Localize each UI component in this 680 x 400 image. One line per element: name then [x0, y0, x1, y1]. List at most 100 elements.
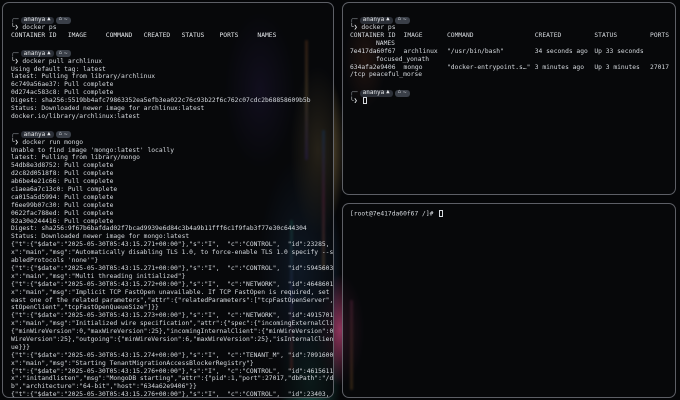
output-line: docker.io/library/archlinux:latest [11, 112, 140, 120]
output-line: 54db8e3d8752: Pull complete [11, 162, 114, 170]
output-line: east one of the related parameters","att… [11, 296, 334, 304]
table-row-continued: /tcp peaceful_morse [350, 71, 669, 79]
prompt-corner: ╭─ [350, 16, 358, 24]
container-created: 3 minutes ago [534, 63, 585, 71]
container-created: 34 seconds ago [534, 47, 588, 55]
prompt-username: ananya [23, 49, 46, 57]
output-line: Digest: sha256:9f67b6bafdad02f7bcad9939e… [11, 225, 307, 233]
output-line: x":"main","msg":"Starting TenantMigratio… [11, 359, 254, 367]
prompt-username: ananya [362, 89, 385, 97]
terminal-window-container-shell[interactable]: [root@7e417da60f67 /]# [342, 203, 676, 398]
output-line: {"t":{"$date":"2025-05-30T05:43:15.271+0… [11, 264, 334, 272]
prompt-dir-segment: ⌂ ~ [55, 130, 71, 139]
container-ports-proto: /tcp [350, 71, 366, 79]
output-line: {"t":{"$date":"2025-05-30T05:43:15.273+0… [11, 312, 334, 320]
prompt-dir-segment: ⌂ ~ [55, 16, 71, 24]
output-line: 0622fac788ed: Pull complete [11, 209, 114, 217]
output-line: c1aea6a7c13c0: Pull complete [11, 186, 118, 194]
output-line: b","architecture":"64-bit","host":"634a6… [11, 383, 197, 391]
prompt-arrow-icon: ╰❯ [11, 24, 23, 31]
output-line: Digest: sha256:5519bb4afc79863352ea5efb3… [11, 97, 311, 105]
output-line: d2c82d0518f8: Pull complete [11, 170, 114, 178]
output-line: latest: Pulling from library/archlinux [11, 73, 156, 81]
output-line: {"t":{"$date":"2025-05-30T05:43:15.276+0… [11, 391, 334, 398]
output-line: x":"main","msg":"Initialized wire specif… [11, 320, 334, 328]
prompt-arrow-icon: ╰❯ [350, 24, 362, 31]
container-status: Up 33 seconds [594, 47, 644, 55]
arch-linux-icon: ▲ [47, 16, 51, 23]
container-status: Up 3 minutes [594, 63, 640, 71]
command-line[interactable]: ╰❯ [350, 97, 669, 105]
output-line: 6c749a56ae37: Pull complete [11, 81, 114, 89]
container-command: "/usr/bin/bash" [446, 47, 504, 55]
table-header-row: CONTAINER ID IMAGE COMMAND CREATED STATU… [350, 32, 669, 40]
output-line: WireVersion":25},"outgoing":{"minWireVer… [11, 335, 334, 343]
output-line: x":"main","msg":"Implicit TCP FastOpen u… [11, 288, 334, 296]
prompt-username: ananya [23, 16, 46, 24]
shell-prompt: ╭─ ananya ▲ ⌂ ~ [350, 16, 669, 24]
pull-output: Using default tag: latest latest: Pulling… [11, 66, 327, 121]
shell-prompt: ╭─ ananya ▲ ⌂ ~ [11, 50, 327, 58]
home-icon: ⌂ [58, 49, 62, 56]
container-id: 634afa2e9406 [350, 63, 396, 71]
command-line[interactable]: [root@7e417da60f67 /]# [350, 210, 669, 218]
output-line: {"minWireVersion":0,"maxWireVersion":25}… [11, 328, 334, 336]
prompt-directory: ~ [402, 89, 407, 97]
column-header: PORTS [650, 31, 669, 39]
prompt-directory: ~ [63, 16, 68, 24]
output-line: {"t":{"$date":"2025-05-30T05:43:15.274+0… [11, 351, 334, 359]
text-cursor [439, 210, 444, 217]
arch-linux-icon: ▲ [386, 89, 390, 96]
run-output: Unable to find image 'mongo:latest' loca… [11, 147, 334, 398]
home-icon: ⌂ [397, 89, 401, 96]
output-line: {"t":{"$date":"2025-05-30T05:43:15.276+0… [11, 367, 334, 375]
container-command: "docker-entrypoint.s…" [446, 63, 531, 71]
home-icon: ⌂ [58, 16, 62, 23]
column-header: CONTAINER ID [350, 31, 396, 39]
output-line: x":"main","msg":"Multi threading initial… [11, 272, 186, 280]
output-line: 0d274ac583c8: Pull complete [11, 89, 114, 97]
prompt-corner: ╭─ [11, 49, 19, 57]
home-icon: ⌂ [397, 16, 401, 23]
container-names: peaceful_morse [368, 71, 423, 79]
output-line: x":"initandlisten","msg":"MongoDB starti… [11, 375, 334, 383]
output-line: stOpenClient","tcpFastOpenQueueSize"]}} [11, 304, 159, 312]
shell-prompt: ╭─ ananya ▲ ⌂ ~ [350, 89, 669, 97]
container-image: mongo [403, 63, 423, 71]
command-line: ╰❯ docker pull archlinux [11, 58, 327, 66]
prompt-dir-segment: ⌂ ~ [394, 89, 410, 97]
table-header-row: NAMES [350, 40, 669, 48]
column-header: NAMES [376, 39, 395, 47]
text-cursor [363, 97, 368, 105]
output-line: ue}}} [11, 343, 30, 351]
arch-linux-icon: ▲ [47, 130, 51, 137]
prompt-dir-segment: ⌂ ~ [55, 49, 71, 58]
column-header: STATUS [594, 31, 618, 39]
prompt-directory: ~ [63, 49, 68, 57]
output-line: f6ee99b07c30: Pull complete [11, 201, 114, 209]
output-line: abledProtocols 'none'"} [11, 257, 99, 265]
table-row-continued: focused_yonath [350, 56, 669, 64]
ps-header-output: CONTAINER ID IMAGE COMMAND CREATED STATU… [11, 31, 277, 39]
prompt-corner: ╭─ [11, 130, 19, 138]
command-text: docker ps [361, 24, 396, 31]
prompt-corner: ╭─ [350, 89, 358, 97]
column-header: IMAGE [403, 31, 423, 39]
terminal-window-docker-ps[interactable]: ╭─ ananya ▲ ⌂ ~ ╰❯ docker ps CONTAINER I… [342, 2, 676, 195]
terminal-window-left[interactable]: ╭─ ananya ▲ ⌂ ~ ╰❯ docker ps CONTAINER I… [2, 2, 334, 398]
prompt-arrow-icon: ╰❯ [11, 138, 23, 146]
shell-prompt: ╭─ ananya ▲ ⌂ ~ [11, 131, 327, 139]
prompt-user-segment: ananya ▲ [20, 49, 54, 58]
prompt-user-segment: ananya ▲ [20, 130, 54, 139]
prompt-user-segment: ananya ▲ [359, 16, 393, 24]
command-text: docker run mongo [22, 138, 84, 146]
command-line: ╰❯ docker ps [11, 24, 327, 32]
prompt-directory: ~ [63, 130, 68, 138]
command-line: ╰❯ docker run mongo [11, 139, 327, 147]
output-line: Using default tag: latest [11, 65, 106, 73]
container-names: focused_yonath [376, 55, 430, 63]
column-header: CREATED [534, 31, 562, 39]
output-line: ca015a5d5994: Pull complete [11, 193, 114, 201]
output-line: Status: Downloaded newer image for mongo… [11, 233, 190, 241]
prompt-username: ananya [23, 130, 46, 138]
